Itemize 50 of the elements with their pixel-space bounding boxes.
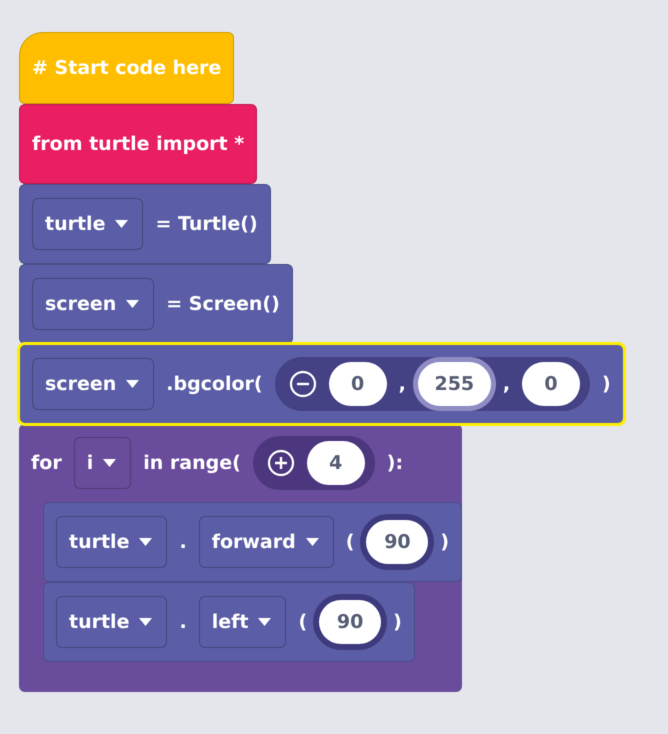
number-input[interactable]: 255 [418, 362, 491, 406]
caret-icon [126, 300, 140, 308]
code-text: = Turtle() [155, 213, 258, 235]
plus-button[interactable] [266, 449, 295, 477]
code-text: ( [298, 611, 308, 633]
number-input[interactable]: 90 [319, 600, 382, 644]
code-text: in range( [143, 452, 241, 474]
dropdown[interactable]: forward [198, 516, 334, 568]
code-block[interactable]: screen = Screen() [19, 264, 293, 344]
code-text: ( [346, 531, 354, 553]
code-text: from turtle import * [32, 133, 244, 155]
code-block[interactable]: turtle = Turtle() [19, 184, 271, 264]
code-block[interactable]: screen .bgcolor( 0 , 255 , 0 ) [19, 344, 624, 424]
number-input[interactable]: 0 [328, 362, 387, 406]
caret-icon [115, 220, 128, 228]
code-text: . [179, 611, 187, 633]
number-input[interactable]: 4 [306, 441, 365, 485]
dropdown[interactable]: turtle [56, 516, 168, 568]
code-text: . [179, 531, 187, 553]
dropdown[interactable]: screen [32, 278, 154, 330]
code-block[interactable]: from turtle import * [19, 104, 258, 184]
number-input[interactable]: 90 [366, 520, 428, 564]
caret-icon [139, 618, 152, 626]
code-text: , [398, 373, 406, 395]
code-text: for [31, 452, 62, 474]
dropdown[interactable]: turtle [56, 596, 168, 648]
caret-icon [126, 380, 140, 388]
dropdown[interactable]: turtle [32, 198, 144, 250]
caret-icon [103, 459, 116, 467]
code-text: , [502, 373, 510, 395]
plus-circle-icon [266, 449, 295, 477]
code-text: ) [602, 373, 611, 395]
caret-icon [306, 538, 319, 546]
minus-button[interactable] [288, 370, 317, 398]
caret-icon [139, 538, 152, 546]
number-input[interactable]: 0 [522, 362, 580, 406]
caret-icon [258, 618, 272, 626]
code-text: = Screen() [166, 293, 280, 315]
minus-circle-icon [288, 370, 317, 398]
code-text: ) [393, 611, 402, 633]
dropdown[interactable]: left [198, 596, 286, 648]
code-text: # Start code here [32, 57, 222, 79]
code-text: ) [440, 531, 450, 553]
code-text: .bgcolor( [166, 373, 263, 395]
dropdown[interactable]: screen [32, 358, 154, 410]
dropdown[interactable]: i [74, 437, 132, 489]
code-text: ): [386, 452, 404, 474]
code-block[interactable]: turtle . forward ( 90 ) [43, 502, 462, 582]
loop-block[interactable]: for i in range( 4 ): turtle . forward ( 90 ) turtle . left ( 90 ) [19, 424, 462, 692]
code-block[interactable]: turtle . left ( 90 ) [43, 582, 415, 662]
